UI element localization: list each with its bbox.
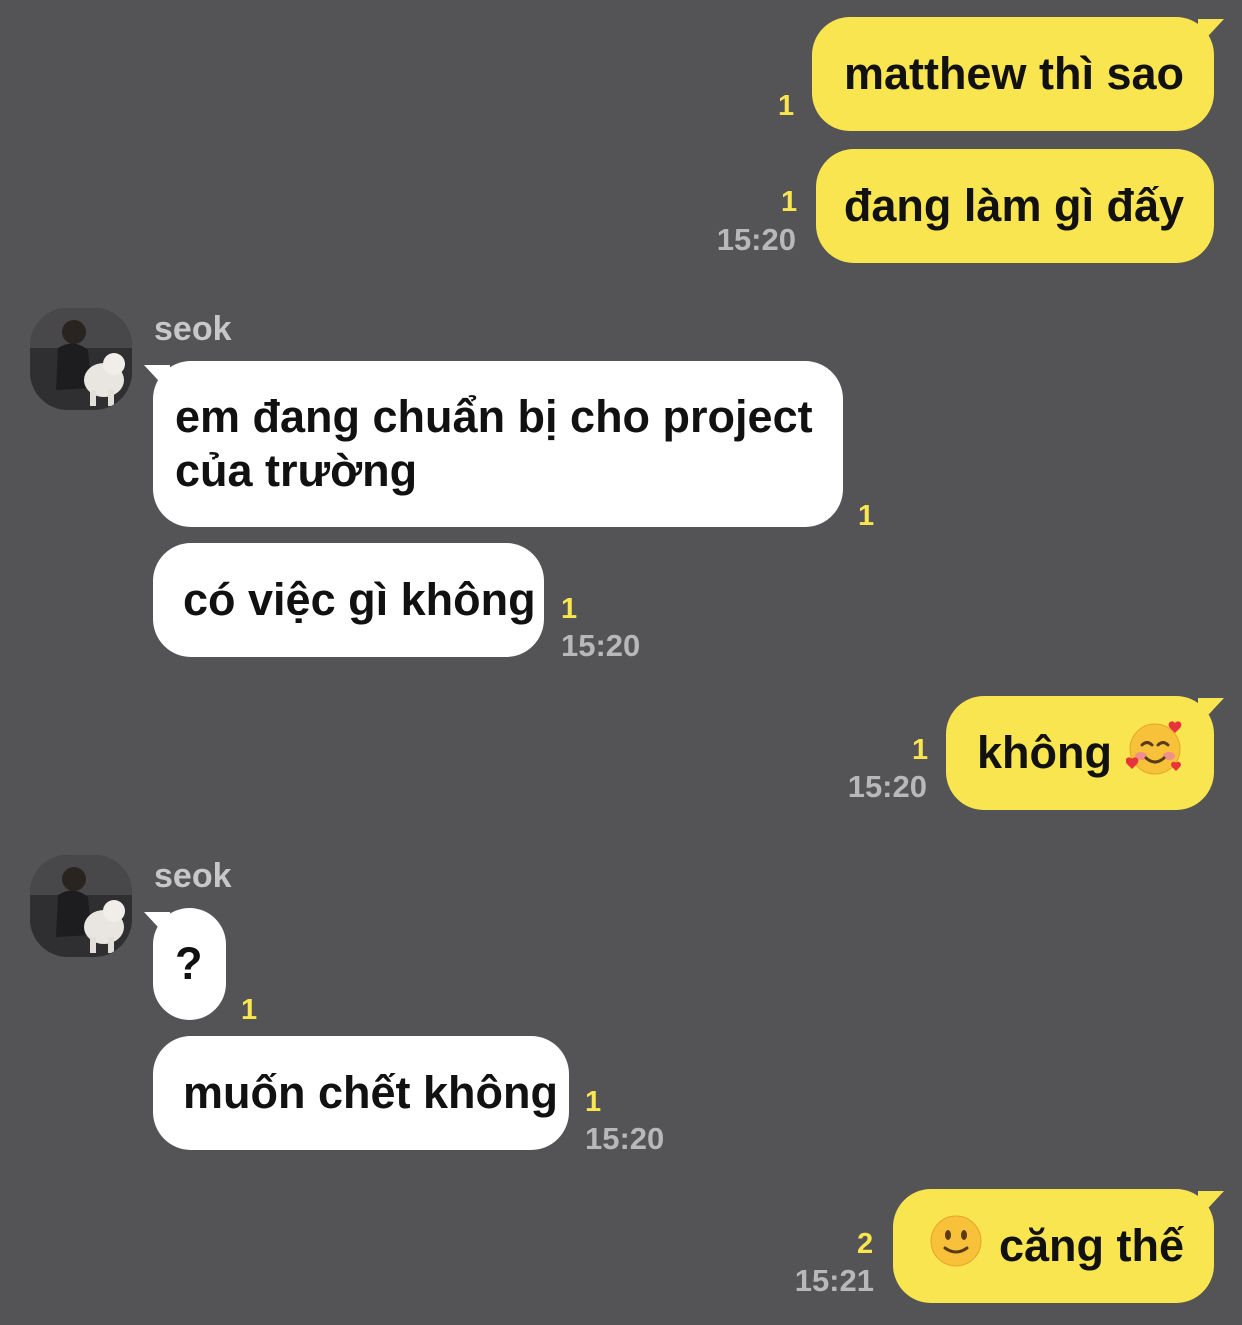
message-text: em đang chuẩn bị cho project của trường <box>175 391 813 496</box>
message-text: matthew thì sao <box>843 48 1184 99</box>
chat-conversation: 1 matthew thì sao 1 15:20 đang làm gì đấ… <box>0 0 1242 1325</box>
unread-count: 1 <box>778 90 795 122</box>
avatar-photo-icon <box>30 308 132 410</box>
message-text: căng thế <box>998 1220 1184 1271</box>
message-bubble-received[interactable]: muốn chết không <box>153 1036 569 1150</box>
message-bubble-sent[interactable]: matthew thì sao <box>812 17 1214 131</box>
sender-name: seok <box>154 857 232 895</box>
unread-count: 1 <box>241 994 258 1026</box>
message-bubble-received[interactable]: em đang chuẩn bị cho project của trường <box>153 361 843 527</box>
timestamp: 15:20 <box>561 628 641 663</box>
unread-count: 1 <box>585 1086 602 1118</box>
timestamp: 15:20 <box>716 222 796 257</box>
unread-count: 1 <box>561 593 578 625</box>
timestamp: 15:20 <box>585 1121 665 1156</box>
message-text: có việc gì không <box>183 574 536 625</box>
message-text: đang làm gì đấy <box>843 180 1184 231</box>
message-bubble-sent[interactable]: đang làm gì đấy <box>816 149 1214 263</box>
unread-count: 1 <box>912 734 929 766</box>
message-text: ? <box>175 938 203 989</box>
message-bubble-sent[interactable]: không <box>946 696 1214 810</box>
timestamp: 15:20 <box>847 769 927 804</box>
message-bubble-received[interactable]: ? <box>153 908 226 1020</box>
message-bubble-sent[interactable]: căng thế <box>893 1189 1214 1303</box>
avatar-photo-icon <box>30 855 132 957</box>
unread-count: 2 <box>857 1228 874 1260</box>
avatar[interactable] <box>30 308 132 410</box>
sender-name: seok <box>154 310 232 348</box>
message-text: không <box>977 727 1112 778</box>
message-bubble-received[interactable]: có việc gì không <box>153 543 544 657</box>
unread-count: 1 <box>858 500 875 532</box>
unread-count: 1 <box>781 186 798 218</box>
message-text: muốn chết không <box>183 1067 558 1118</box>
slightly-smiling-face-icon <box>929 1214 983 1279</box>
timestamp: 15:21 <box>794 1263 874 1298</box>
smiling-face-with-hearts-icon <box>1125 719 1184 788</box>
avatar[interactable] <box>30 855 132 957</box>
